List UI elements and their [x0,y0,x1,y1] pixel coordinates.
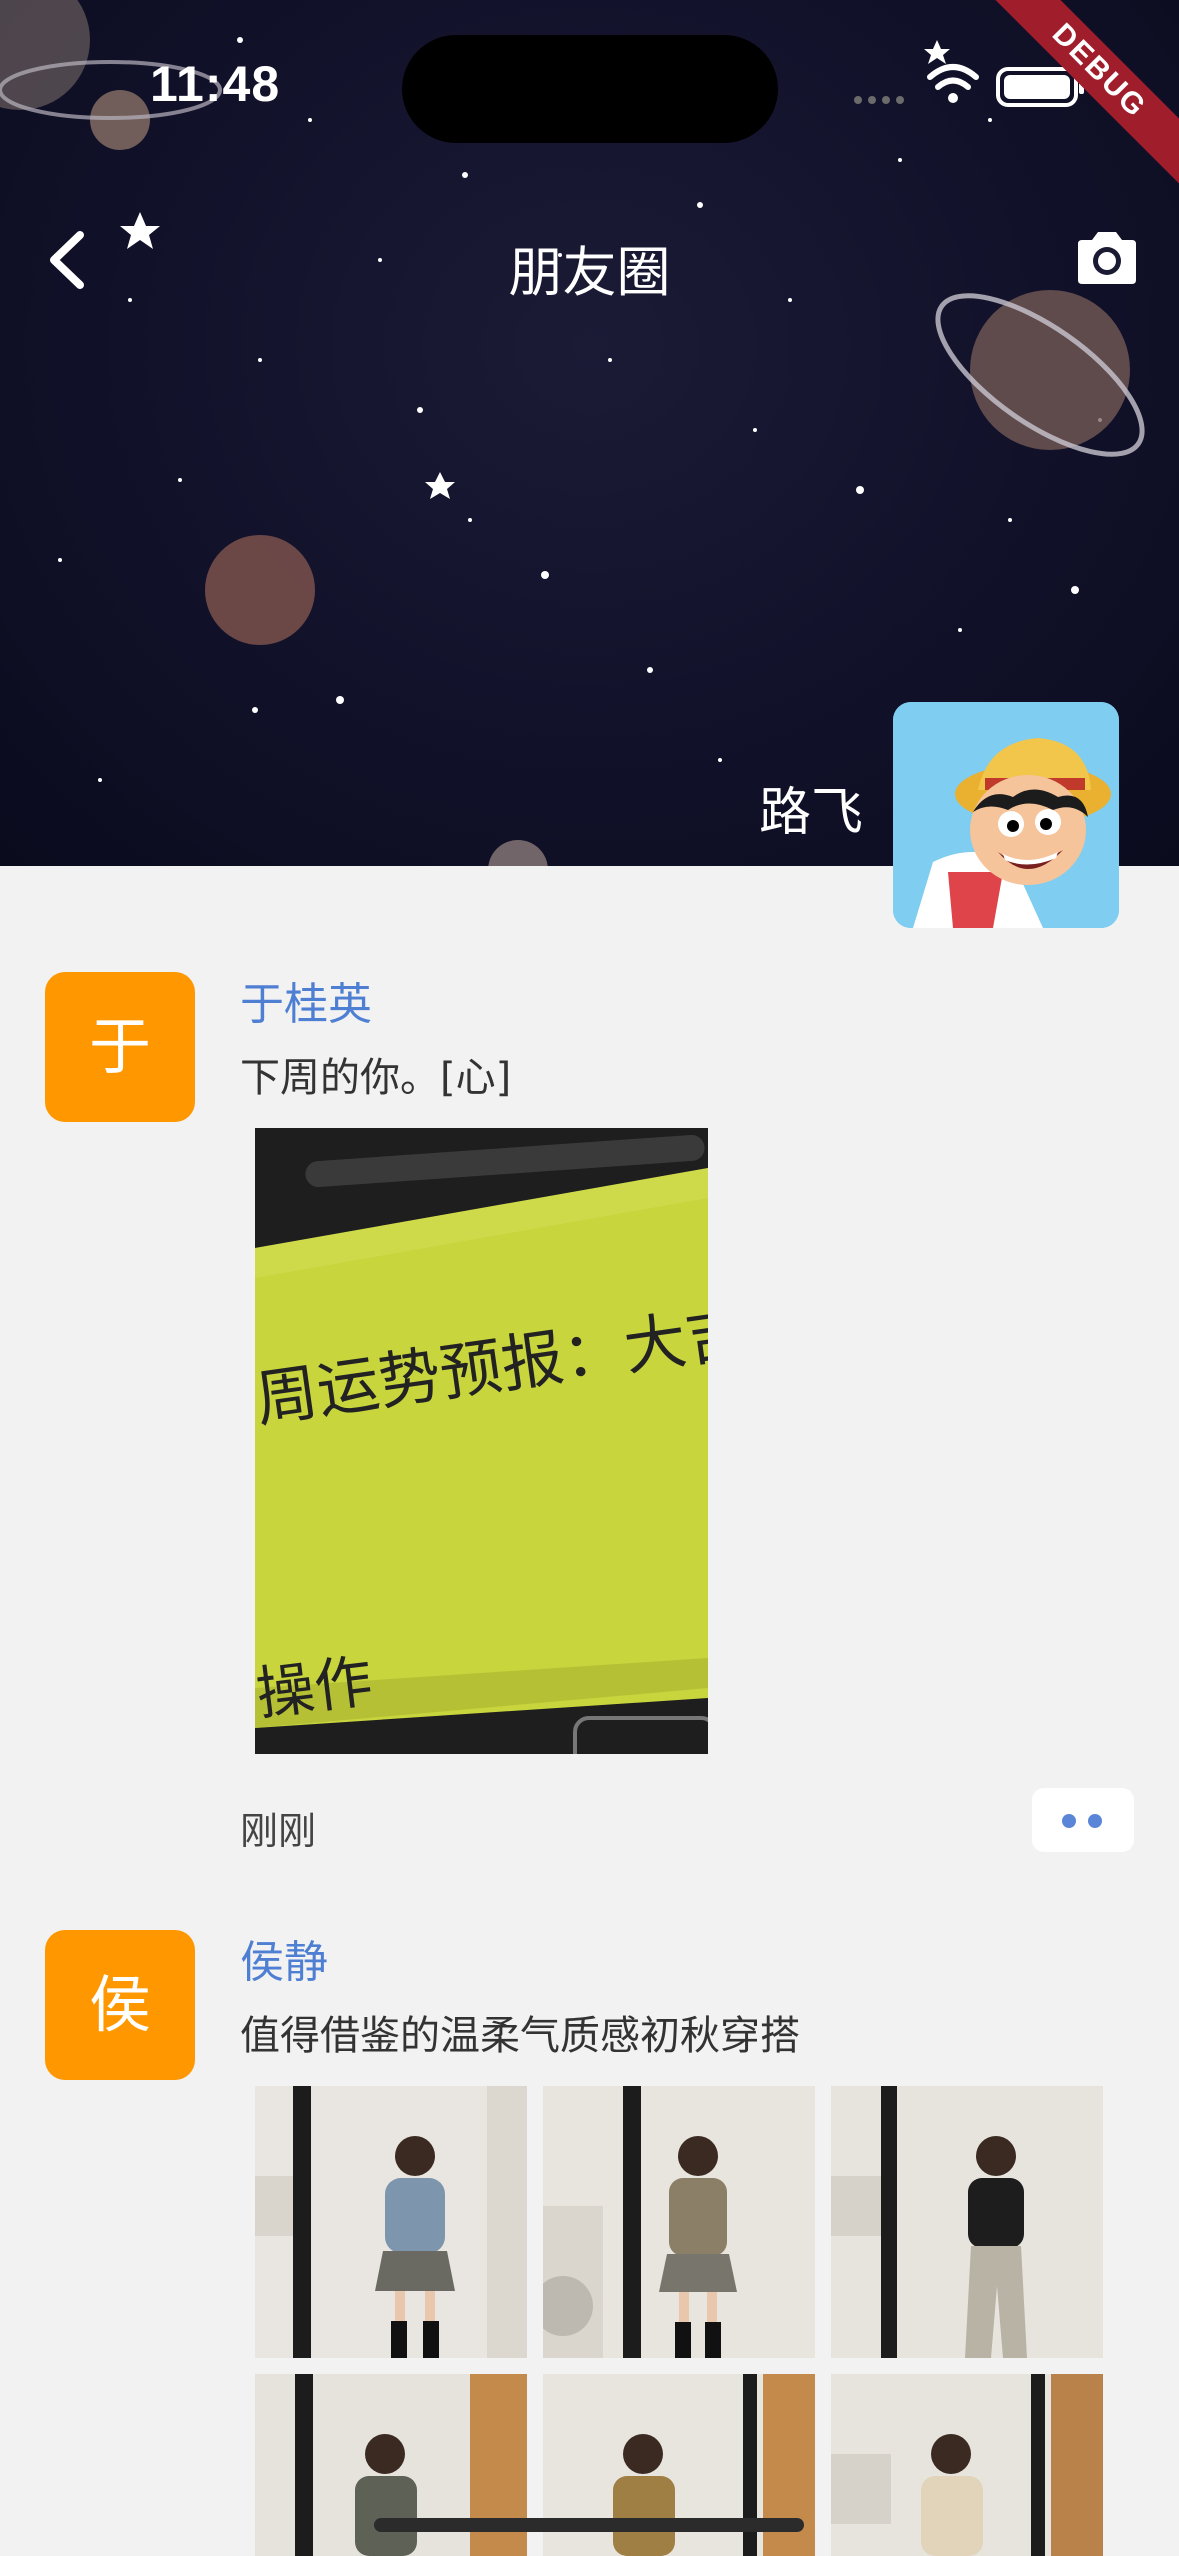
outfit-photo [255,2086,527,2358]
profile-name: 路飞 [758,783,863,843]
cartoon-avatar-image [893,702,1119,928]
more-actions-button[interactable] [1032,1788,1134,1852]
status-time: 11:48 [150,56,281,112]
outfit-photo [831,2374,1103,2556]
image-text-line2: 操作 [255,1646,377,1729]
wifi-icon [927,64,979,103]
grid-photo[interactable] [831,2086,1103,2358]
post-image[interactable]: 周运势预报：大吉 操作 [255,1128,708,1754]
post-avatar[interactable]: 侯 [45,1930,195,2080]
dot-icon [1062,1814,1076,1828]
grid-photo[interactable] [255,2086,527,2358]
moments-screen: 11:48 DEBUG 朋友圈 路飞 于 于桂英 下周的你。[心] 周运势预报：… [0,0,1179,2556]
grid-photo[interactable] [831,2374,1103,2556]
post-avatar[interactable]: 于 [45,972,195,1122]
post-time: 刚刚 [240,1809,317,1853]
grid-photo[interactable] [543,2086,815,2358]
cellular-signal-icon [854,96,904,104]
post-author[interactable]: 侯静 [240,1926,328,1990]
profile-avatar[interactable] [893,702,1119,928]
dynamic-island [402,35,778,143]
dot-icon [1088,1814,1102,1828]
post-text: 值得借鉴的温柔气质感初秋穿搭 [240,2013,800,2059]
home-indicator[interactable] [374,2518,804,2532]
outfit-photo [543,2086,815,2358]
post-author[interactable]: 于桂英 [240,968,372,1032]
outfit-photo [831,2086,1103,2358]
page-title: 朋友圈 [508,241,671,304]
camera-icon[interactable] [1072,228,1142,288]
post-text: 下周的你。[心] [240,1055,512,1101]
